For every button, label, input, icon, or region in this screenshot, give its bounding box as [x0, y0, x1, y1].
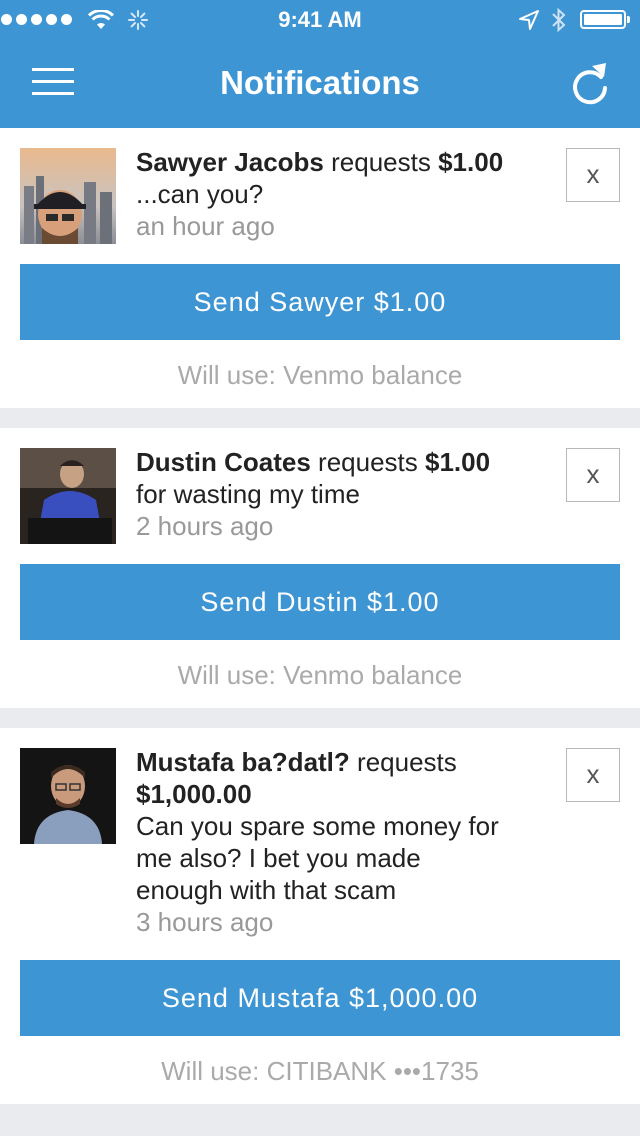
request-message: enough with that scam — [136, 875, 397, 905]
request-amount: $1.00 — [438, 147, 504, 177]
request-message: Can you spare some money for — [136, 811, 499, 841]
funding-source: Will use: Venmo balance — [177, 660, 463, 690]
notification-card: Mustafa ba?datl? requests $1,000.00 Can … — [0, 728, 640, 1104]
send-payment-button[interactable]: Send Dustin $1.00 — [20, 564, 620, 640]
request-time: an hour ago — [136, 211, 275, 241]
request-time: 2 hours ago — [136, 511, 274, 541]
status-bar: 9:41 AM — [0, 0, 640, 40]
page-title: Notifications — [220, 64, 420, 101]
status-time: 9:41 AM — [278, 7, 362, 32]
notification-text: Sawyer Jacobs requests $1.00 ...can you?… — [136, 146, 546, 242]
requester-name[interactable]: Mustafa ba?datl? — [136, 747, 350, 777]
request-amount: $1.00 — [425, 447, 491, 477]
avatar[interactable] — [20, 748, 116, 844]
funding-source: Will use: CITIBANK •••1735 — [161, 1056, 479, 1086]
request-verb: requests — [357, 747, 457, 777]
notification-text: Mustafa ba?datl? requests $1,000.00 Can … — [136, 746, 546, 938]
request-message: for wasting my time — [136, 479, 360, 509]
dismiss-button[interactable]: x — [566, 748, 620, 802]
avatar[interactable] — [20, 448, 116, 544]
navigation-bar: 9:41 AM Notifications — [0, 0, 640, 128]
request-message: me also? I bet you made — [136, 843, 421, 873]
request-time: 3 hours ago — [136, 907, 274, 937]
location-arrow-icon — [519, 10, 539, 30]
avatar[interactable] — [20, 148, 116, 244]
refresh-icon[interactable] — [568, 60, 612, 108]
dismiss-button[interactable]: x — [566, 148, 620, 202]
request-verb: requests — [318, 447, 418, 477]
send-payment-button[interactable]: Send Sawyer $1.00 — [20, 264, 620, 340]
bluetooth-icon — [552, 7, 566, 33]
battery-icon — [580, 10, 630, 29]
request-amount: $1,000.00 — [136, 779, 252, 809]
dismiss-button[interactable]: x — [566, 448, 620, 502]
send-payment-button[interactable]: Send Mustafa $1,000.00 — [20, 960, 620, 1036]
request-message: ...can you? — [136, 179, 264, 209]
notification-card: Sawyer Jacobs requests $1.00 ...can you?… — [0, 128, 640, 408]
request-verb: requests — [331, 147, 431, 177]
funding-source: Will use: Venmo balance — [177, 360, 463, 390]
notification-card: Dustin Coates requests $1.00 for wasting… — [0, 428, 640, 708]
requester-name[interactable]: Dustin Coates — [136, 447, 311, 477]
requester-name[interactable]: Sawyer Jacobs — [136, 147, 324, 177]
notification-text: Dustin Coates requests $1.00 for wasting… — [136, 446, 546, 542]
